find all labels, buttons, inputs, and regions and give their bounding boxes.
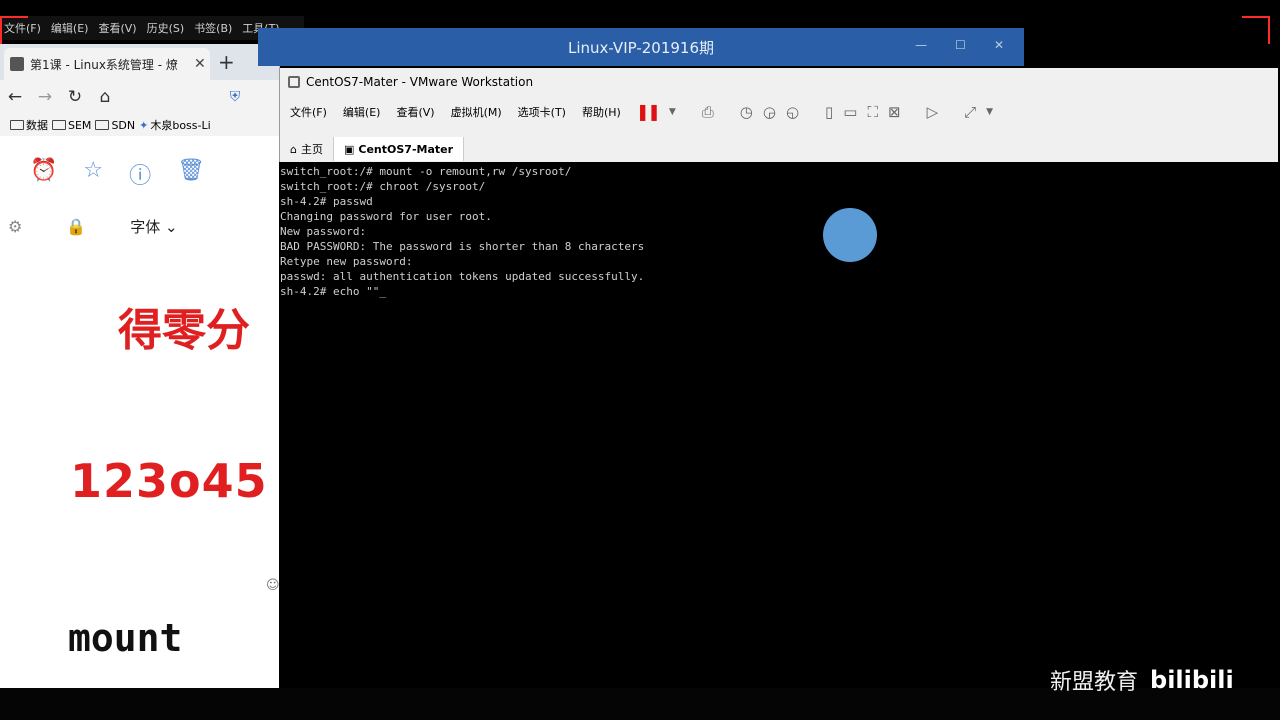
gear-icon[interactable]: ⚙ [8, 217, 22, 236]
bookmark-item[interactable]: 数据 [10, 117, 48, 133]
vmware-title: CentOS7-Mater - VMware Workstation [306, 75, 534, 89]
folder-icon [52, 120, 66, 130]
shield-icon[interactable]: ⛨ [220, 89, 250, 105]
send-ctrl-alt-del-icon[interactable]: ⎙ [702, 103, 714, 121]
watermark-brand: 新盟教育 [1050, 670, 1139, 695]
home-icon[interactable]: ⌂ [90, 87, 120, 107]
bookmark-label: 木泉boss-Li [150, 119, 211, 132]
cursor-highlight [823, 208, 877, 262]
menu-vm[interactable]: 虚拟机(M) [445, 104, 508, 120]
fullscreen-icon[interactable]: ⛶ [867, 103, 878, 121]
bookmark-star-icon: ✦ [139, 118, 149, 132]
bookmark-item[interactable]: ✦ 木泉boss-Li [139, 117, 211, 133]
home-icon: ⌂ [290, 142, 297, 156]
bookmark-item[interactable]: SDN [95, 119, 135, 132]
terminal-line: switch_root:/# mount -o remount,rw /sysr… [280, 165, 572, 178]
terminal-line: Retype new password: [280, 255, 413, 268]
vmware-logo-icon [288, 76, 300, 88]
star-icon[interactable]: ☆ [83, 158, 103, 190]
tab-centos7-mater[interactable]: ▣ CentOS7-Mater [333, 137, 465, 161]
bookmark-label: SEM [68, 118, 92, 132]
back-icon[interactable]: ← [0, 87, 30, 107]
dropdown-icon[interactable]: ▼ [986, 107, 993, 117]
note-text-1: 得零分 [118, 305, 250, 356]
vmware-window: CentOS7-Mater - VMware Workstation 文件(F)… [279, 68, 1278, 162]
bookmark-label: 数据 [26, 119, 48, 132]
tab-favicon-icon [10, 57, 24, 71]
terminal-line: sh-4.2# echo ""_ [280, 285, 386, 298]
bilibili-logo: bilibili [1150, 666, 1234, 694]
tab-label: 主页 [300, 143, 323, 156]
vmware-titlebar: CentOS7-Mater - VMware Workstation [280, 68, 1278, 96]
stretch-icon[interactable]: ⤢ [964, 103, 976, 121]
window-title: Linux-VIP-201916期 [567, 38, 715, 57]
vm-icon: ▣ [343, 142, 355, 156]
watermark: 新盟教育 bilibili [1050, 664, 1234, 696]
close-icon[interactable]: ✕ [994, 38, 1004, 52]
maximize-icon[interactable]: ☐ [955, 38, 966, 52]
folder-icon [10, 120, 24, 130]
browser-tab[interactable]: 第1课 - Linux系统管理 - 燎 ✕ [4, 48, 210, 80]
thumbnail-icon[interactable]: ▭ [843, 103, 857, 121]
emoji-icon[interactable]: ☺ [266, 578, 279, 593]
terminal-line: sh-4.2# passwd [280, 195, 373, 208]
dropdown-icon[interactable]: ▼ [669, 107, 676, 117]
unity-icon[interactable]: ⊠ [888, 103, 901, 121]
terminal-line: Changing password for user root. [280, 210, 492, 223]
menu-edit[interactable]: 编辑(E) [337, 104, 387, 120]
menu-help[interactable]: 帮助(H) [576, 104, 627, 120]
minimize-icon[interactable]: — [915, 38, 927, 52]
menu-item[interactable]: 查看(V) [98, 20, 136, 36]
menu-view[interactable]: 查看(V) [390, 104, 440, 120]
vm-console[interactable]: switch_root:/# mount -o remount,rw /sysr… [279, 162, 1277, 688]
new-tab-icon[interactable]: + [218, 50, 235, 74]
lock-icon[interactable]: 🔒 [66, 217, 86, 236]
sidebar-toggle-icon[interactable]: ▯ [825, 103, 833, 121]
terminal-line: passwd: all authentication tokens update… [280, 270, 645, 283]
browser-window: 第1课 - Linux系统管理 - 燎 ✕ + ← → ↻ ⌂ ⛨ 数据 SEM… [0, 44, 280, 688]
folder-icon [95, 120, 110, 130]
reload-icon[interactable]: ↻ [60, 87, 90, 107]
tab-home[interactable]: ⌂ 主页 [280, 137, 334, 161]
snapshot-icon[interactable]: ◷ [740, 103, 753, 121]
browser-tabbar: 第1课 - Linux系统管理 - 燎 ✕ + [0, 44, 279, 80]
frame-corner-tl [0, 16, 28, 44]
bookmark-item[interactable]: SEM [52, 119, 91, 132]
terminal-line: switch_root:/# chroot /sysroot/ [280, 180, 486, 193]
terminal-line: BAD PASSWORD: The password is shorter th… [280, 240, 645, 253]
menu-file[interactable]: 文件(F) [284, 104, 333, 120]
console-icon[interactable]: ▷ [927, 103, 939, 121]
tool-row-2: ⚙ 🔒 字体 ⌄ [8, 216, 270, 237]
note-text-3: mount [68, 616, 183, 660]
info-icon[interactable]: ⓘ [129, 158, 151, 190]
vmware-toolbar: ❚❚ ▼ ⎙ ◷ ◶ ◵ ▯ ▭ ⛶ ⊠ ▷ ⤢ ▼ [636, 102, 993, 121]
pause-icon[interactable]: ❚❚ [636, 102, 661, 121]
menu-item[interactable]: 书签(B) [194, 20, 232, 36]
frame-corner-tr [1242, 16, 1270, 44]
terminal-line: New password: [280, 225, 367, 238]
revert-snapshot-icon[interactable]: ◶ [763, 103, 776, 121]
browser-navbar: ← → ↻ ⌂ ⛨ [0, 80, 279, 114]
menu-item[interactable]: 编辑(E) [51, 20, 89, 36]
top-window-titlebar: Linux-VIP-201916期 — ☐ ✕ [258, 28, 1024, 66]
close-icon[interactable]: ✕ [194, 56, 206, 72]
tab-title: 第1课 - Linux系统管理 - 燎 [30, 57, 178, 72]
tab-label: CentOS7-Mater [358, 142, 454, 156]
font-dropdown[interactable]: 字体 ⌄ [130, 216, 177, 237]
tool-row: ⏰ ☆ ⓘ 🗑 [30, 158, 260, 190]
vmware-menubar: 文件(F) 编辑(E) 查看(V) 虚拟机(M) 选项卡(T) 帮助(H) [280, 100, 627, 124]
forward-icon[interactable]: → [30, 87, 60, 107]
bookmark-label: SDN [111, 118, 136, 132]
trash-icon[interactable]: 🗑 [177, 158, 205, 190]
note-text-2: 123o45 [70, 454, 268, 508]
bookmarks-bar: 数据 SEM SDN ✦ 木泉boss-Li [0, 114, 279, 136]
manage-snapshots-icon[interactable]: ◵ [786, 103, 799, 121]
menu-tabs[interactable]: 选项卡(T) [512, 104, 572, 120]
vmware-tabbar: ⌂ 主页 ▣ CentOS7-Mater [280, 136, 1278, 162]
menu-item[interactable]: 历史(S) [147, 20, 185, 36]
alarm-icon[interactable]: ⏰ [30, 158, 57, 190]
